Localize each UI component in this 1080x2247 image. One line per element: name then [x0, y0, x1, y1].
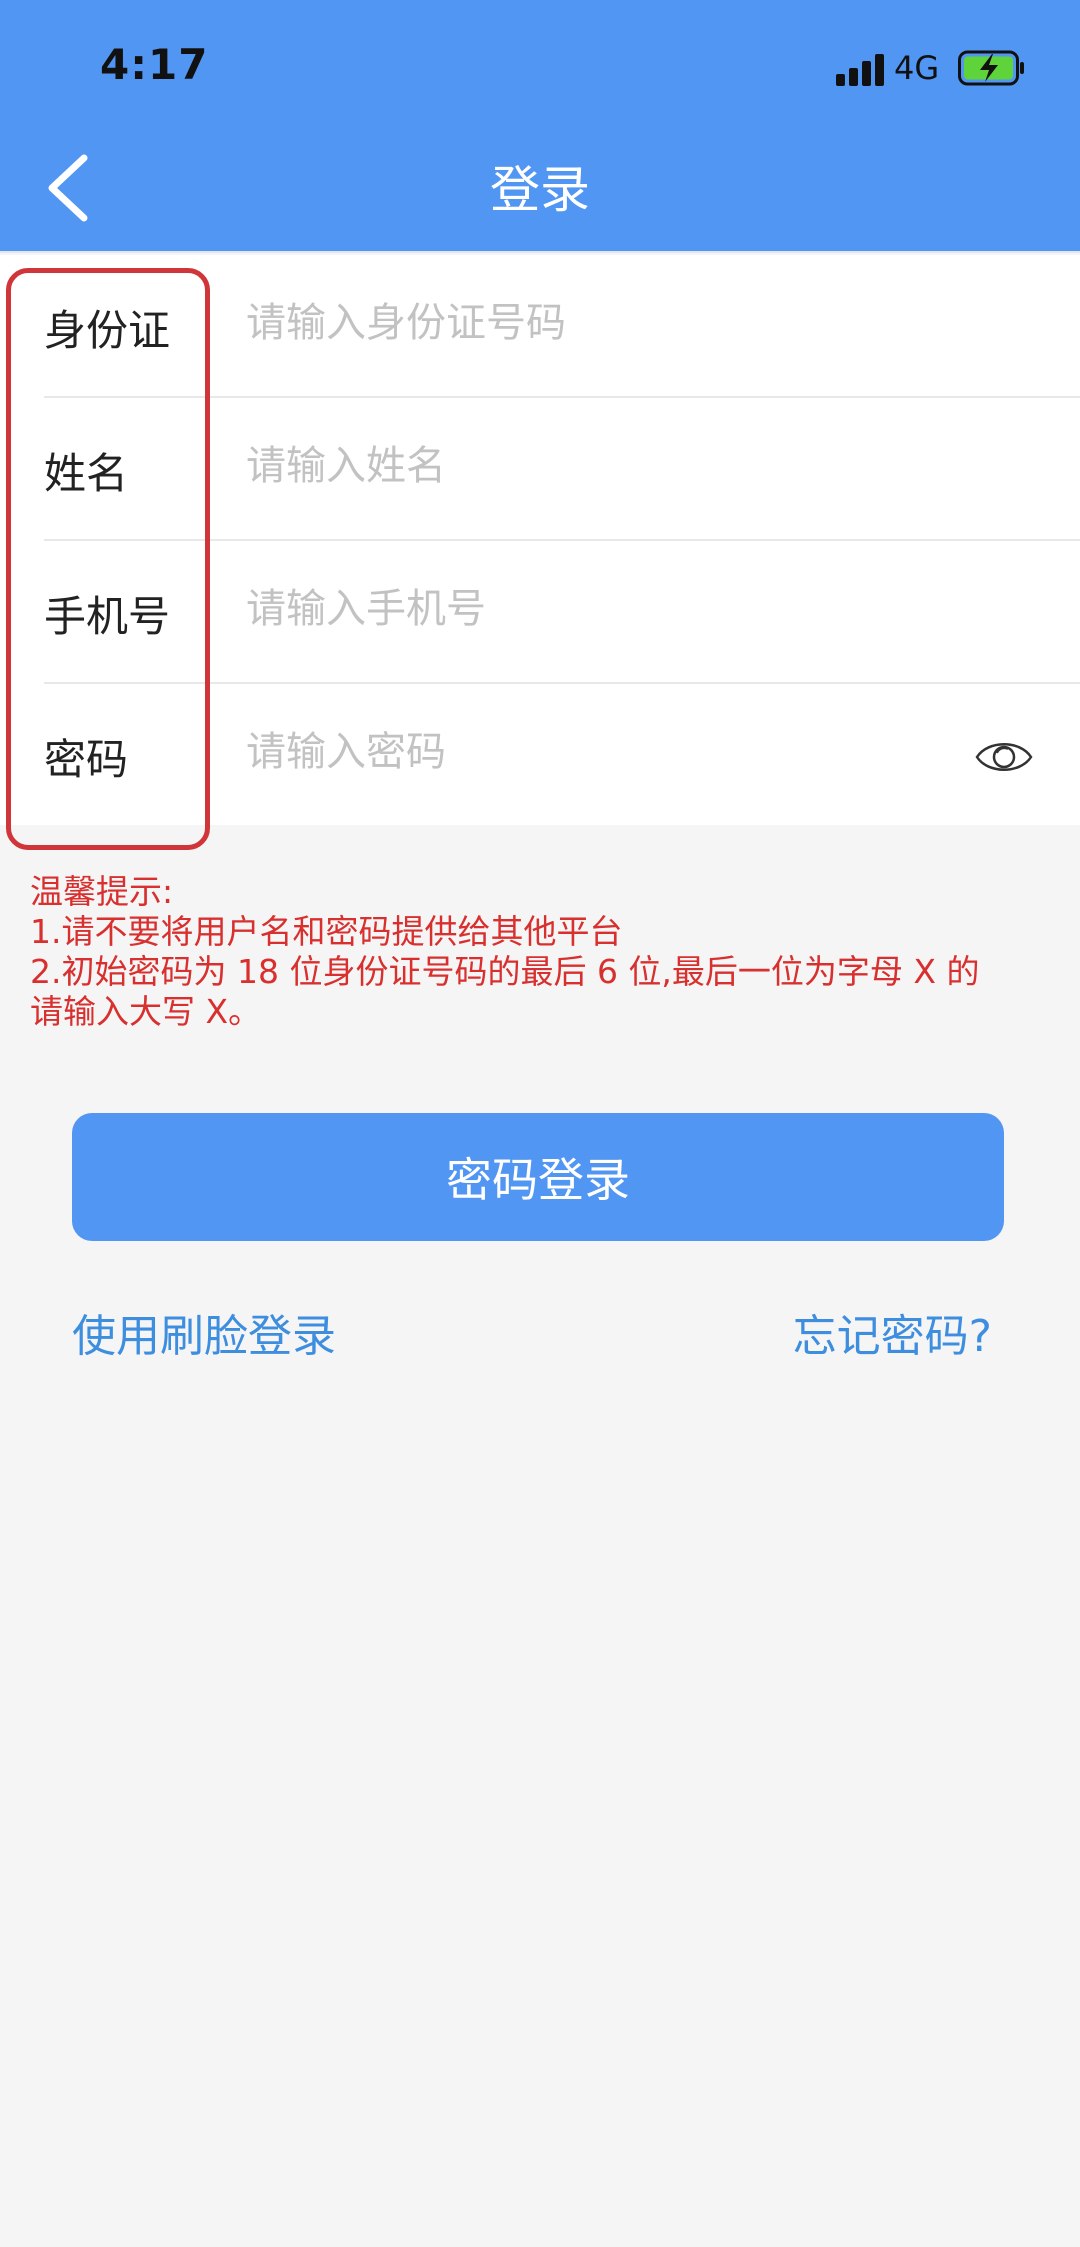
battery-charging-icon: [958, 50, 1024, 86]
status-time: 4:17: [100, 40, 209, 89]
tips-line: 请输入大写 X。: [30, 992, 262, 1031]
app-header: 4:17 4G 登录: [0, 0, 1080, 253]
network-type: 4G: [894, 49, 940, 87]
password-input[interactable]: [246, 716, 906, 788]
tips-section: 温馨提示: 1.请不要将用户名和密码提供给其他平台 2.初始密码为 18 位身份…: [30, 872, 1060, 1032]
password-login-button[interactable]: 密码登录: [72, 1113, 1004, 1241]
back-icon[interactable]: [38, 148, 98, 228]
phone-input[interactable]: [246, 573, 946, 645]
forgot-password-link[interactable]: 忘记密码?: [793, 1300, 992, 1364]
labels-highlight-frame: [6, 268, 210, 850]
eye-icon[interactable]: [974, 734, 1034, 780]
id-card-input[interactable]: [246, 287, 946, 359]
face-login-link[interactable]: 使用刷脸登录: [72, 1300, 336, 1364]
name-input[interactable]: [246, 430, 946, 502]
page-title: 登录: [490, 161, 590, 219]
tips-line: 2.初始密码为 18 位身份证号码的最后 6 位,最后一位为字母 X 的: [30, 952, 980, 991]
signal-icon: [836, 54, 886, 86]
tips-title: 温馨提示:: [30, 872, 174, 911]
tips-line: 1.请不要将用户名和密码提供给其他平台: [30, 912, 623, 951]
